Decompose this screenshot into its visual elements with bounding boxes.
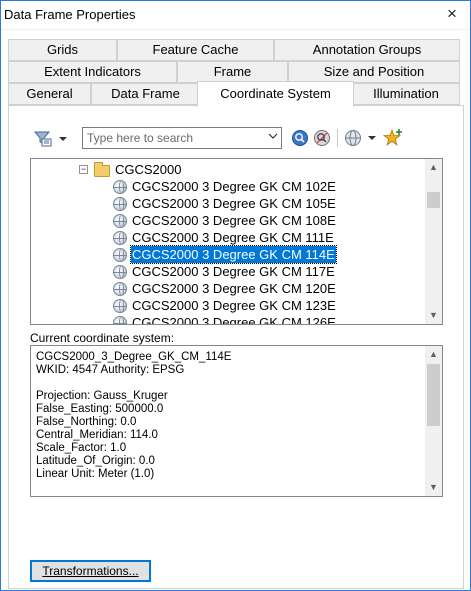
tab-general[interactable]: General (8, 83, 91, 105)
projection-globe-icon (113, 299, 127, 313)
clear-search-icon (314, 130, 330, 146)
projection-globe-icon (113, 316, 127, 324)
folder-label[interactable]: CGCS2000 (115, 161, 181, 178)
tree-item-102e[interactable]: CGCS2000 3 Degree GK CM 102E (132, 178, 336, 195)
cs-detail-line: Projection: Gauss_Kruger (36, 390, 168, 402)
tree-item-126e[interactable]: CGCS2000 3 Degree GK CM 126E (132, 314, 336, 324)
toolbar-separator (337, 129, 338, 147)
globe-icon (345, 130, 376, 146)
search-input[interactable]: Type here to search (82, 127, 282, 149)
tree-item-114e-selected[interactable]: CGCS2000 3 Degree GK CM 114E (130, 245, 337, 264)
tree-scrollbar[interactable]: ▲ ▼ (425, 159, 442, 324)
current-cs-details[interactable]: CGCS2000_3_Degree_GK_CM_114E WKID: 4547 … (30, 345, 443, 497)
tab-illumination[interactable]: Illumination (352, 83, 460, 105)
cs-detail-line: Latitude_Of_Origin: 0.0 (36, 455, 155, 467)
search-placeholder: Type here to search (87, 131, 194, 145)
projection-globe-icon (113, 180, 127, 194)
tree-item-120e[interactable]: CGCS2000 3 Degree GK CM 120E (132, 280, 336, 297)
cs-detail-line: False_Northing: 0.0 (36, 416, 137, 428)
cs-detail-line: CGCS2000_3_Degree_GK_CM_114E (36, 351, 232, 363)
filter-icon (33, 131, 67, 147)
scroll-thumb[interactable] (427, 192, 440, 208)
tab-frame[interactable]: Frame (177, 61, 288, 83)
projection-globe-icon (113, 248, 127, 262)
tab-feature-cache[interactable]: Feature Cache (117, 39, 274, 61)
scroll-thumb[interactable] (427, 364, 440, 426)
globe-menu-button[interactable] (344, 127, 378, 149)
tab-coordinate-system[interactable]: Coordinate System (197, 81, 354, 107)
projection-globe-icon (113, 231, 127, 245)
projection-globe-icon (113, 282, 127, 296)
tab-size-and-position[interactable]: Size and Position (288, 61, 460, 83)
tree-item-123e[interactable]: CGCS2000 3 Degree GK CM 123E (132, 297, 336, 314)
projection-globe-icon (113, 214, 127, 228)
scroll-up-icon[interactable]: ▲ (425, 159, 442, 176)
tree-item-111e[interactable]: CGCS2000 3 Degree GK CM 111E (132, 229, 334, 246)
coordinate-system-tree[interactable]: − CGCS2000 CGCS2000 3 Degree GK CM 102E … (30, 158, 443, 325)
scroll-down-icon[interactable]: ▼ (425, 307, 442, 324)
clear-search-button[interactable] (312, 127, 332, 149)
collapse-toggle[interactable]: − (79, 165, 88, 174)
chevron-down-icon[interactable] (265, 128, 281, 148)
tab-grids[interactable]: Grids (8, 39, 117, 61)
transformations-label: Transformations... (42, 564, 139, 578)
cs-detail-line: Central_Meridian: 114.0 (36, 429, 158, 441)
tab-extent-indicators[interactable]: Extent Indicators (8, 61, 177, 83)
cs-detail-line: False_Easting: 500000.0 (36, 403, 164, 415)
search-icon (292, 130, 308, 146)
data-frame-properties-dialog: Data Frame Properties × Grids Feature Ca… (0, 0, 471, 591)
details-scrollbar[interactable]: ▲ ▼ (425, 346, 442, 496)
window-title: Data Frame Properties (4, 7, 136, 22)
projection-globe-icon (113, 265, 127, 279)
title-bar: Data Frame Properties × (1, 1, 470, 30)
close-icon[interactable]: × (442, 3, 462, 25)
scroll-down-icon[interactable]: ▼ (425, 479, 442, 496)
scroll-up-icon[interactable]: ▲ (425, 346, 442, 363)
current-cs-label: Current coordinate system: (30, 331, 175, 345)
tree-item-108e[interactable]: CGCS2000 3 Degree GK CM 108E (132, 212, 336, 229)
cs-detail-line: Scale_Factor: 1.0 (36, 442, 127, 454)
add-favorite-icon (383, 128, 402, 147)
tab-annotation-groups[interactable]: Annotation Groups (274, 39, 460, 61)
add-favorite-button[interactable] (382, 127, 404, 149)
filter-button[interactable] (33, 127, 69, 149)
cs-detail-line: Linear Unit: Meter (1.0) (36, 468, 155, 480)
folder-icon (94, 162, 110, 177)
tab-data-frame[interactable]: Data Frame (91, 83, 200, 105)
cs-toolbar: Type here to search (27, 127, 447, 151)
tree-item-117e[interactable]: CGCS2000 3 Degree GK CM 117E (132, 263, 335, 280)
projection-globe-icon (113, 197, 127, 211)
cs-detail-line: WKID: 4547 Authority: EPSG (36, 364, 185, 376)
search-button[interactable] (290, 127, 310, 149)
tree-item-105e[interactable]: CGCS2000 3 Degree GK CM 105E (132, 195, 336, 212)
transformations-button[interactable]: Transformations... (30, 560, 151, 582)
